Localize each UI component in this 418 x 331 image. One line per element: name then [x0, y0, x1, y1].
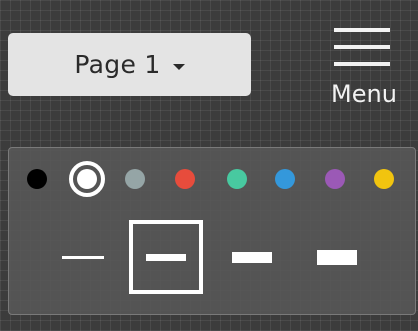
color-swatch-green[interactable]	[227, 169, 247, 189]
stroke-option-extra-thick[interactable]	[300, 220, 374, 294]
color-swatch-purple[interactable]	[325, 169, 345, 189]
color-swatch-yellow[interactable]	[374, 169, 394, 189]
hamburger-icon	[334, 28, 390, 66]
stroke-option-thin[interactable]	[46, 220, 120, 294]
stroke-thick-icon	[232, 251, 272, 263]
color-swatch-black[interactable]	[27, 169, 47, 189]
stroke-thin-icon	[62, 255, 104, 259]
stroke-extra-thick-icon	[317, 249, 357, 265]
caret-down-icon	[172, 63, 185, 70]
stroke-medium-icon	[146, 253, 186, 261]
color-swatch-white[interactable]	[69, 161, 105, 197]
color-swatch-gray[interactable]	[125, 169, 145, 189]
stroke-option-thick[interactable]	[215, 220, 289, 294]
page-select-label: Page 1	[74, 50, 161, 79]
tool-panel	[8, 147, 416, 315]
stroke-option-medium[interactable]	[129, 220, 203, 294]
color-swatch-blue[interactable]	[275, 169, 295, 189]
selected-color-fill	[77, 169, 97, 189]
menu-button[interactable]: Menu	[318, 24, 410, 116]
menu-label: Menu	[331, 80, 397, 108]
page-select-dropdown[interactable]: Page 1	[8, 33, 251, 96]
color-swatch-red[interactable]	[175, 169, 195, 189]
